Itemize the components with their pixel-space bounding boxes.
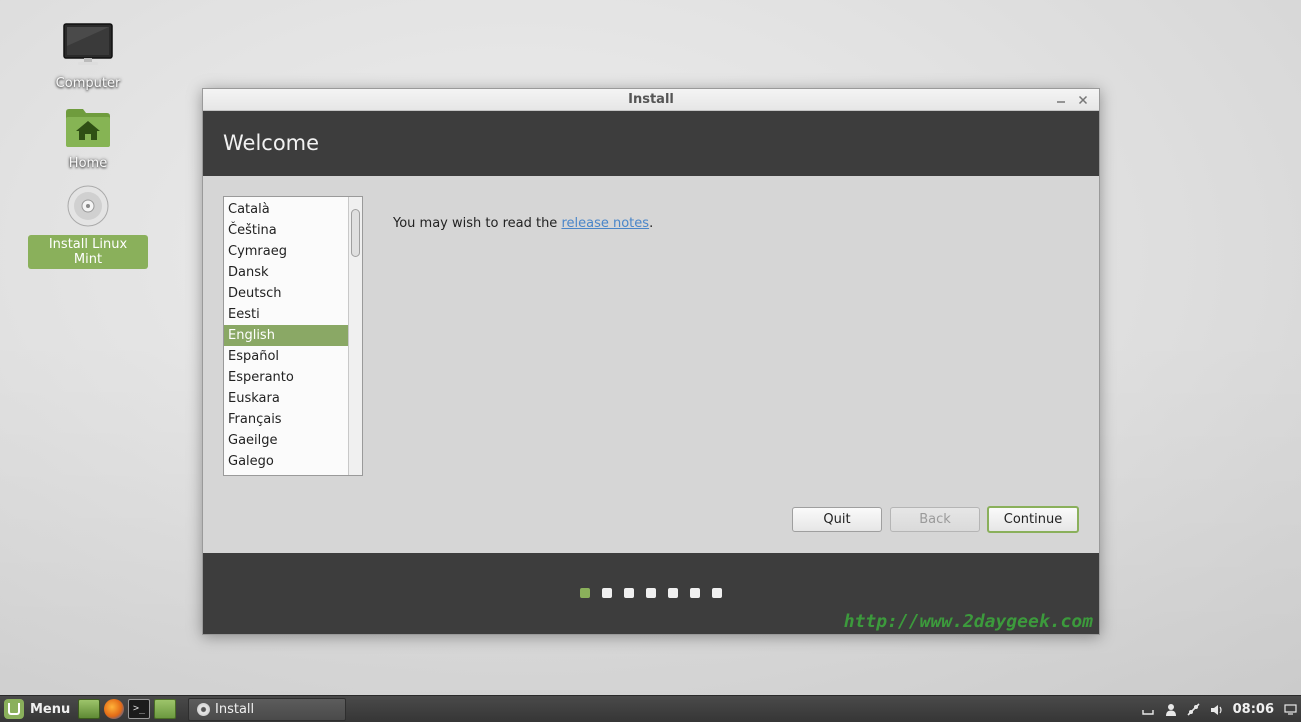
- cd-icon: [28, 184, 148, 232]
- desktop-icon-install-linux-mint[interactable]: Install Linux Mint: [28, 184, 148, 269]
- show-desktop-icon[interactable]: [78, 699, 100, 719]
- home-folder-icon: [28, 106, 148, 152]
- install-window: Install Welcome Català Čeština Cymraeg Dans…: [202, 88, 1100, 635]
- user-icon[interactable]: [1164, 703, 1178, 717]
- files-icon[interactable]: [154, 699, 176, 719]
- install-footer: http://www.2daygeek.com: [203, 553, 1099, 634]
- step-progress: [580, 588, 722, 598]
- language-list[interactable]: Català Čeština Cymraeg Dansk Deutsch Eesti Eng…: [223, 196, 363, 476]
- desktop-icon-home[interactable]: Home: [28, 106, 148, 172]
- language-item[interactable]: Español: [224, 346, 348, 367]
- page-title: Welcome: [203, 111, 1099, 176]
- language-item[interactable]: Cymraeg: [224, 241, 348, 262]
- release-notes-suffix: .: [649, 216, 654, 231]
- taskbar: Menu >_ Install 08:06: [0, 695, 1301, 722]
- step-dot: [646, 588, 656, 598]
- terminal-icon[interactable]: >_: [128, 699, 150, 719]
- continue-button[interactable]: Continue: [987, 506, 1079, 533]
- workspace-icon[interactable]: [1283, 703, 1297, 717]
- watermark-text: http://www.2daygeek.com: [843, 611, 1093, 632]
- window-titlebar[interactable]: Install: [203, 89, 1099, 111]
- release-notes-text: You may wish to read the release notes.: [393, 216, 653, 231]
- step-dot: [580, 588, 590, 598]
- language-item[interactable]: Eesti: [224, 304, 348, 325]
- taskbar-window-label: Install: [215, 702, 255, 717]
- language-item[interactable]: English: [224, 325, 348, 346]
- keyboard-icon[interactable]: [1141, 703, 1155, 717]
- language-item[interactable]: Deutsch: [224, 283, 348, 304]
- release-notes-prefix: You may wish to read the: [393, 216, 562, 231]
- volume-icon[interactable]: [1210, 703, 1224, 717]
- window-content: Català Čeština Cymraeg Dansk Deutsch Eesti Eng…: [203, 176, 1099, 553]
- language-item[interactable]: Esperanto: [224, 367, 348, 388]
- language-item[interactable]: Euskara: [224, 388, 348, 409]
- language-item[interactable]: Gaeilge: [224, 430, 348, 451]
- release-notes-link[interactable]: release notes: [561, 216, 649, 231]
- monitor-icon: [28, 22, 148, 72]
- mint-logo-icon: [4, 699, 24, 719]
- menu-label: Menu: [30, 701, 71, 717]
- step-dot: [668, 588, 678, 598]
- back-button[interactable]: Back: [890, 507, 980, 532]
- desktop-icon-label: Home: [68, 156, 108, 171]
- firefox-icon[interactable]: [104, 699, 124, 719]
- cd-icon: [197, 703, 210, 716]
- minimize-icon[interactable]: [1055, 94, 1067, 106]
- quit-button[interactable]: Quit: [792, 507, 882, 532]
- clock[interactable]: 08:06: [1233, 702, 1274, 717]
- system-tray: 08:06: [1141, 696, 1297, 722]
- close-icon[interactable]: [1077, 94, 1089, 106]
- desktop-icon-label: Install Linux Mint: [28, 235, 148, 269]
- language-item[interactable]: Galego: [224, 451, 348, 472]
- language-item[interactable]: Català: [224, 199, 348, 220]
- step-dot: [690, 588, 700, 598]
- step-dot: [602, 588, 612, 598]
- language-item[interactable]: Français: [224, 409, 348, 430]
- language-list-scrollbar[interactable]: [348, 197, 362, 475]
- menu-button[interactable]: Menu: [4, 698, 70, 720]
- step-dot: [712, 588, 722, 598]
- scrollbar-thumb[interactable]: [351, 209, 360, 257]
- desktop-icon-label: Computer: [55, 76, 121, 91]
- network-icon[interactable]: [1187, 703, 1201, 717]
- window-title: Install: [628, 92, 674, 107]
- language-item[interactable]: Dansk: [224, 262, 348, 283]
- taskbar-window-install[interactable]: Install: [188, 698, 346, 721]
- step-dot: [624, 588, 634, 598]
- desktop-icon-computer[interactable]: Computer: [28, 22, 148, 92]
- language-item[interactable]: Čeština: [224, 220, 348, 241]
